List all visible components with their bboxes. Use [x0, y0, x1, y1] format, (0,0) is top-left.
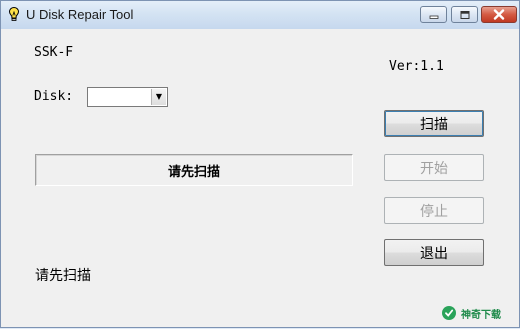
stop-button[interactable]: 停止	[384, 197, 484, 224]
exit-button[interactable]: 退出	[384, 239, 484, 266]
close-icon	[493, 9, 505, 20]
minimize-button[interactable]	[420, 6, 447, 23]
client-area: SSK-F Ver:1.1 Disk: ▼ 请先扫描 扫描 开始 停止 退出 请…	[2, 29, 518, 327]
maximize-icon	[460, 10, 469, 19]
disk-label: Disk:	[34, 89, 74, 104]
chevron-down-icon: ▼	[155, 92, 163, 101]
close-button[interactable]	[481, 6, 517, 23]
title-bar[interactable]: U Disk Repair Tool	[1, 1, 519, 29]
bottom-status-text: 请先扫描	[35, 268, 91, 284]
watermark-text: 神奇下载	[461, 309, 501, 321]
window-title: U Disk Repair Tool	[26, 7, 134, 22]
lightbulb-icon	[8, 6, 20, 21]
minimize-icon	[429, 15, 438, 19]
app-window: U Disk Repair Tool SSK-F Ver:1.1 Disk: ▼	[0, 0, 520, 328]
disk-select[interactable]: ▼	[87, 87, 168, 107]
watermark-logo-icon	[442, 306, 456, 320]
device-model-label: SSK-F	[34, 45, 74, 60]
disk-select-dropdown-button[interactable]: ▼	[151, 89, 166, 105]
watermark: 神奇下载	[429, 297, 520, 329]
status-panel: 请先扫描	[35, 154, 353, 186]
status-panel-text: 请先扫描	[167, 164, 220, 180]
version-label: Ver:1.1	[389, 59, 444, 74]
start-button[interactable]: 开始	[384, 154, 484, 181]
maximize-button[interactable]	[451, 6, 478, 23]
scan-button[interactable]: 扫描	[384, 110, 484, 137]
